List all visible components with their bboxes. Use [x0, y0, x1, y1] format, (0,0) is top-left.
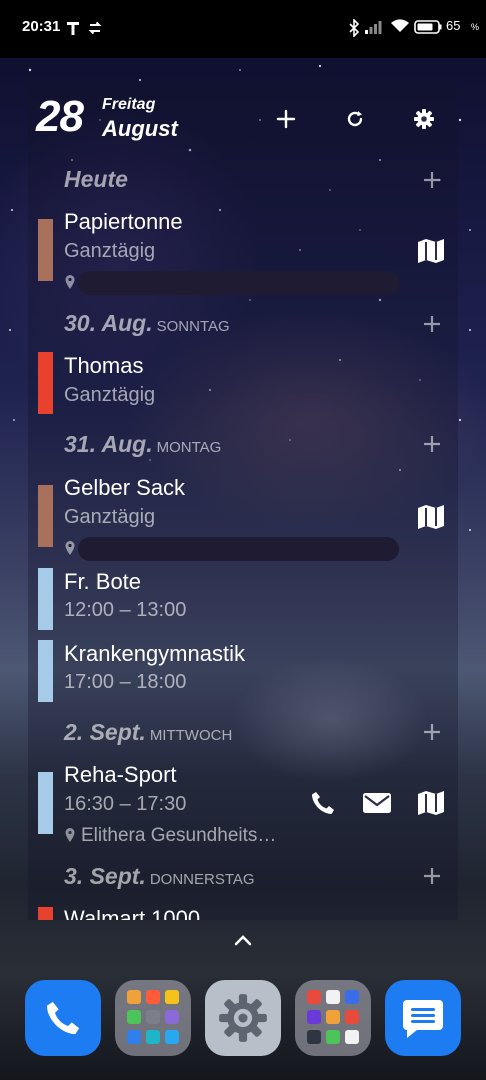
event-time: 17:00 – 18:00 [64, 671, 187, 693]
sync-icon [88, 21, 102, 35]
event-time: Ganztägig [64, 506, 156, 528]
app-folder-icon [127, 990, 179, 1044]
header-day-number[interactable]: 28 [36, 92, 84, 142]
day-label: 3. Sept. [64, 863, 146, 889]
event-clip: Walmart 1000 [0, 904, 486, 920]
day-header-aug31: 31. Aug. MONTAG [64, 431, 221, 458]
event-location: Elithera Gesundheits… [81, 825, 277, 846]
event-color-bar [38, 352, 53, 414]
day-label: 2. Sept. [64, 719, 146, 745]
day-weekday: DONNERSTAG [149, 871, 255, 888]
status-time: 20:31 [22, 18, 61, 35]
percent-sign: % [471, 22, 480, 32]
day-weekday: MONTAG [156, 439, 222, 456]
event-time: 16:30 – 17:30 [64, 793, 187, 815]
add-event-today-icon[interactable] [420, 168, 444, 192]
event-time: 12:00 – 13:00 [64, 599, 187, 621]
app-folder-icon [307, 990, 359, 1044]
map-icon [418, 791, 444, 815]
event-color-bar [38, 568, 53, 630]
email-button[interactable] [362, 788, 392, 818]
battery-percent: 65 [446, 18, 461, 33]
folder-apps-2[interactable] [295, 980, 371, 1056]
add-event-aug31-icon[interactable] [420, 432, 444, 456]
location-redacted [78, 537, 399, 561]
phone-icon [46, 1001, 80, 1035]
event-title[interactable]: Fr. Bote [64, 569, 141, 595]
event-title[interactable]: Krankengymnastik [64, 641, 245, 667]
location-pin-icon [65, 275, 75, 289]
wifi-icon [391, 19, 409, 32]
status-bar: 20:31 65 % [0, 0, 486, 58]
event-color-bar [38, 485, 53, 547]
day-header-today: Heute [64, 166, 128, 193]
folder-apps[interactable] [115, 980, 191, 1056]
event-title[interactable]: Papiertonne [64, 209, 183, 235]
day-header-aug30: 30. Aug. SONNTAG [64, 310, 230, 337]
add-event-aug30-icon[interactable] [420, 312, 444, 336]
day-label: 30. Aug. [64, 310, 153, 336]
event-time: Ganztägig [64, 240, 156, 262]
call-button[interactable] [308, 788, 338, 818]
add-event-sep3-icon[interactable] [420, 864, 444, 888]
chat-bubble-icon [403, 1000, 443, 1038]
event-color-bar [38, 772, 53, 834]
day-weekday: SONNTAG [156, 318, 230, 335]
event-color-bar [38, 907, 53, 920]
bluetooth-icon [349, 19, 360, 37]
add-event-sep2-icon[interactable] [420, 720, 444, 744]
add-icon [276, 109, 296, 129]
add-event-button[interactable] [271, 104, 301, 134]
event-title[interactable]: Walmart 1000 [64, 906, 200, 920]
event-title[interactable]: Gelber Sack [64, 475, 185, 501]
location-pin-icon [65, 828, 75, 842]
event-title[interactable]: Reha-Sport [64, 762, 177, 788]
phone-app[interactable] [25, 980, 101, 1056]
event-title[interactable]: Thomas [64, 353, 143, 379]
notification-t-icon [67, 22, 79, 35]
day-header-sep3: 3. Sept. DONNERSTAG [64, 863, 255, 890]
gear-icon [414, 109, 434, 129]
settings-gear-icon [219, 994, 267, 1042]
settings-button[interactable] [409, 104, 439, 134]
map-button[interactable] [416, 788, 446, 818]
refresh-icon [347, 111, 363, 127]
map-icon [418, 505, 444, 529]
messages-app[interactable] [385, 980, 461, 1056]
day-header-sep2: 2. Sept. MITTWOCH [64, 719, 232, 746]
event-color-bar [38, 219, 53, 281]
refresh-button[interactable] [340, 104, 370, 134]
event-time: Ganztägig [64, 384, 156, 406]
mail-icon [363, 793, 391, 813]
signal-icon [365, 21, 382, 34]
day-label: 31. Aug. [64, 431, 153, 457]
header-month: August [102, 116, 178, 141]
chevron-up-icon[interactable] [228, 928, 258, 952]
event-color-bar [38, 640, 53, 702]
map-button[interactable] [416, 502, 446, 532]
phone-icon [312, 792, 334, 814]
day-weekday: MITTWOCH [149, 727, 233, 744]
location-pin-icon [65, 541, 75, 555]
location-redacted [78, 271, 400, 295]
day-label: Heute [64, 166, 128, 192]
header-weekday: Freitag [102, 96, 156, 113]
map-button[interactable] [416, 236, 446, 266]
settings-app[interactable] [205, 980, 281, 1056]
map-icon [418, 239, 444, 263]
battery-icon [414, 20, 442, 34]
